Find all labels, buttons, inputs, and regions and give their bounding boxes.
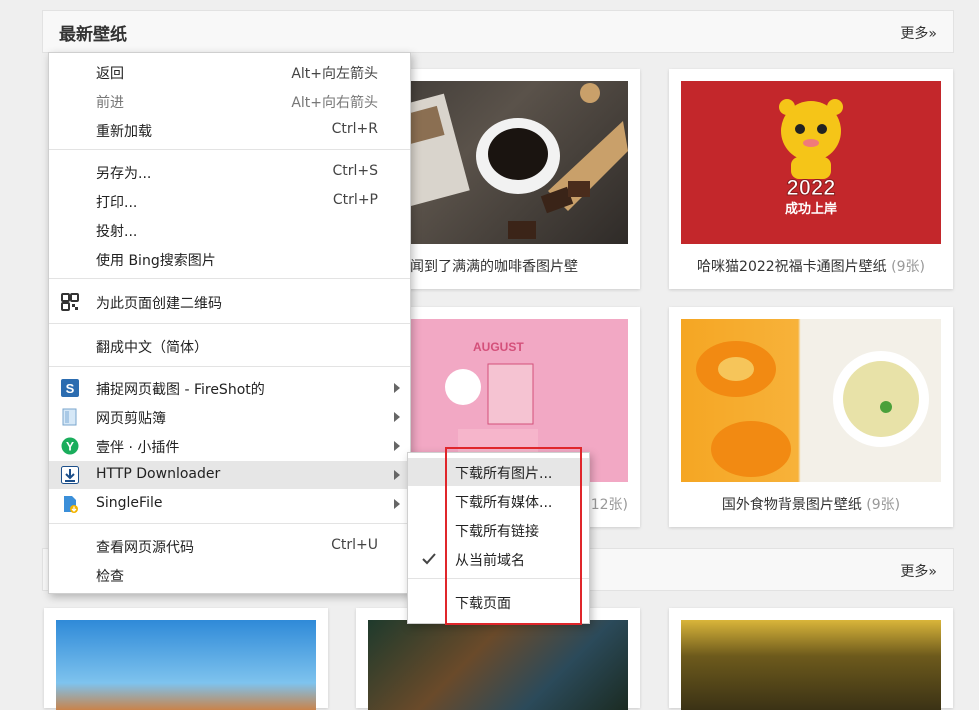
yiban-icon: Y bbox=[61, 437, 79, 455]
submenu-arrow-icon bbox=[394, 383, 400, 393]
qr-code-icon bbox=[61, 293, 79, 311]
menu-item-singlefile[interactable]: SingleFile bbox=[49, 490, 410, 518]
download-icon bbox=[61, 466, 79, 484]
clipboard-icon bbox=[61, 408, 79, 426]
menu-item-qr-code[interactable]: 为此页面创建二维码 bbox=[49, 288, 410, 316]
menu-item-back[interactable]: 返回 Alt+向左箭头 bbox=[49, 58, 410, 86]
svg-text:S: S bbox=[66, 381, 75, 396]
svg-text:Y: Y bbox=[66, 440, 74, 454]
submenu-arrow-icon bbox=[394, 470, 400, 480]
menu-item-yiban[interactable]: Y 壹伴 · 小插件 bbox=[49, 432, 410, 460]
more-link[interactable]: 更多» bbox=[900, 23, 937, 43]
menu-separator bbox=[49, 149, 410, 150]
menu-item-cast[interactable]: 投射... bbox=[49, 216, 410, 244]
submenu-item-download-links[interactable]: 下载所有链接 bbox=[408, 516, 589, 544]
wallpaper-card[interactable]: 2022 成功上岸 哈咪猫2022祝福卡通图片壁纸 (9张) bbox=[669, 69, 953, 289]
menu-separator bbox=[49, 366, 410, 367]
tiger-year-text: 2022 bbox=[787, 175, 836, 200]
menu-item-print[interactable]: 打印... Ctrl+P bbox=[49, 187, 410, 215]
menu-item-inspect[interactable]: 检查 bbox=[49, 561, 410, 589]
card-image-desert[interactable] bbox=[56, 620, 316, 710]
menu-item-save-as[interactable]: 另存为... Ctrl+S bbox=[49, 158, 410, 186]
menu-item-bing-search[interactable]: 使用 Bing搜索图片 bbox=[49, 245, 410, 273]
tiger-illustration: 2022 成功上岸 bbox=[779, 99, 843, 217]
more-link[interactable]: 更多» bbox=[900, 561, 937, 581]
submenu-arrow-icon bbox=[394, 412, 400, 422]
fireshot-icon: S bbox=[61, 379, 79, 397]
wallpaper-card[interactable] bbox=[669, 608, 953, 710]
august-text: AUGUST bbox=[473, 340, 524, 354]
section-title: 最新壁纸 bbox=[59, 25, 127, 45]
menu-item-view-source[interactable]: 查看网页源代码 Ctrl+U bbox=[49, 532, 410, 560]
menu-item-fireshot[interactable]: S 捕捉网页截图 - FireShot的 bbox=[49, 374, 410, 402]
card-caption[interactable]: 国外食物背景图片壁纸 (9张) bbox=[669, 494, 953, 514]
submenu-item-download-page[interactable]: 下载页面 bbox=[408, 588, 589, 616]
submenu-arrow-icon bbox=[394, 499, 400, 509]
menu-separator bbox=[49, 523, 410, 524]
card-caption[interactable]: 哈咪猫2022祝福卡通图片壁纸 (9张) bbox=[669, 256, 953, 276]
submenu-item-download-images[interactable]: 下载所有图片... bbox=[408, 458, 589, 486]
food-illustration bbox=[696, 341, 929, 477]
wallpaper-card[interactable] bbox=[44, 608, 328, 710]
card-caption[interactable]: (12张) bbox=[585, 494, 628, 514]
menu-item-translate[interactable]: 翻成中文（简体） bbox=[49, 332, 410, 360]
checkmark-icon bbox=[420, 550, 438, 568]
card-image-tiger[interactable]: 2022 成功上岸 bbox=[681, 81, 941, 244]
card-image-aerial[interactable] bbox=[368, 620, 628, 710]
tiger-slogan-text: 成功上岸 bbox=[785, 201, 837, 217]
card-image-food[interactable] bbox=[681, 319, 941, 482]
card-image-forest[interactable] bbox=[681, 620, 941, 710]
menu-separator bbox=[49, 323, 410, 324]
wallpaper-card[interactable]: 国外食物背景图片壁纸 (9张) bbox=[669, 307, 953, 527]
menu-separator bbox=[49, 278, 410, 279]
submenu-item-current-domain[interactable]: 从当前域名 bbox=[408, 545, 589, 573]
submenu-item-download-media[interactable]: 下载所有媒体... bbox=[408, 487, 589, 515]
http-downloader-submenu: 下载所有图片... 下载所有媒体... 下载所有链接 从当前域名 下载页面 bbox=[407, 452, 590, 624]
menu-separator bbox=[408, 578, 589, 579]
menu-item-reload[interactable]: 重新加载 Ctrl+R bbox=[49, 116, 410, 144]
menu-item-forward[interactable]: 前进 Alt+向右箭头 bbox=[49, 87, 410, 115]
menu-item-web-clipper[interactable]: 网页剪贴簿 bbox=[49, 403, 410, 431]
singlefile-icon bbox=[61, 495, 79, 513]
section-header-latest: 最新壁纸 更多» bbox=[42, 10, 954, 53]
context-menu: 返回 Alt+向左箭头 前进 Alt+向右箭头 重新加载 Ctrl+R 另存为.… bbox=[48, 52, 411, 594]
submenu-arrow-icon bbox=[394, 441, 400, 451]
menu-item-http-downloader[interactable]: HTTP Downloader bbox=[49, 461, 410, 489]
